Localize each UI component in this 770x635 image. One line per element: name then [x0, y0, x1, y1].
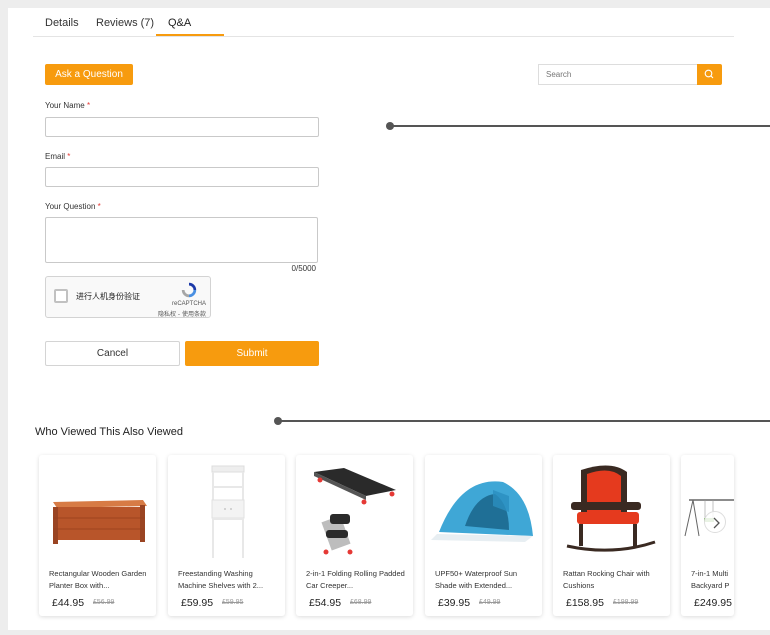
name-label: Your Name *	[45, 101, 91, 110]
submit-button[interactable]: Submit	[185, 341, 319, 366]
recaptcha-brand: reCAPTCHA	[171, 301, 206, 307]
search-icon	[704, 69, 714, 79]
product-image	[314, 468, 396, 555]
cancel-button[interactable]: Cancel	[45, 341, 180, 366]
product-name: Rectangular Wooden Garden Planter Box wi…	[49, 569, 147, 590]
connector-line	[390, 125, 770, 127]
character-counter: 0/5000	[291, 264, 316, 273]
email-field[interactable]	[45, 167, 319, 187]
recaptcha-logo-icon	[181, 282, 197, 298]
product-old-price: £59.95	[222, 599, 244, 606]
next-arrow-button[interactable]	[704, 511, 726, 533]
product-name: 7-in-1 Multi Backyard P	[691, 569, 730, 590]
product-image	[431, 481, 533, 542]
product-price: £39.95	[438, 597, 471, 609]
tab-reviews[interactable]: Reviews (7)	[96, 17, 154, 29]
recaptcha-terms-link[interactable]: 隐私权 - 使用条款	[158, 309, 206, 318]
product-old-price: £56.99	[93, 599, 115, 606]
recaptcha-checkbox[interactable]	[54, 289, 68, 303]
product-card[interactable]: 2-in-1 Folding Rolling Padded Car Creepe…	[296, 455, 413, 616]
recaptcha-widget: 进行人机身份验证 reCAPTCHA 隐私权 - 使用条款	[45, 276, 211, 318]
product-image	[684, 499, 734, 537]
recaptcha-label: 进行人机身份验证	[76, 292, 140, 301]
tab-qa[interactable]: Q&A	[168, 17, 191, 29]
product-page: Details Reviews (7) Q&A Ask a Question Y…	[8, 8, 770, 630]
question-label: Your Question *	[45, 202, 101, 211]
chevron-right-icon	[713, 517, 720, 529]
product-old-price: £198.99	[613, 599, 639, 606]
email-label: Email *	[45, 152, 71, 161]
search-button[interactable]	[697, 64, 722, 85]
question-textarea[interactable]	[45, 217, 318, 263]
product-price: £249.95	[694, 597, 732, 609]
product-card[interactable]: Freestanding Washing Machine Shelves wit…	[168, 455, 285, 616]
product-price: £59.95	[181, 597, 214, 609]
product-price: £158.95	[566, 597, 604, 609]
product-name: 2-in-1 Folding Rolling Padded Car Creepe…	[306, 569, 405, 590]
product-price: £44.95	[52, 597, 85, 609]
name-field[interactable]	[45, 117, 319, 137]
tab-bar: Details Reviews (7) Q&A	[33, 8, 734, 37]
product-name: Rattan Rocking Chair with Cushions	[563, 569, 650, 590]
product-old-price: £68.99	[350, 599, 372, 606]
tab-details[interactable]: Details	[45, 17, 79, 29]
also-viewed-title: Who Viewed This Also Viewed	[35, 426, 183, 438]
connector-line	[278, 420, 770, 422]
active-tab-indicator	[156, 34, 224, 36]
product-name: Freestanding Washing Machine Shelves wit…	[178, 569, 264, 590]
product-name: UPF50+ Waterproof Sun Shade with Extende…	[435, 569, 518, 590]
product-card[interactable]: Rattan Rocking Chair with Cushions £158.…	[553, 455, 670, 616]
product-card[interactable]: 7-in-1 Multi Backyard P £249.95	[681, 455, 734, 616]
product-image	[53, 500, 147, 544]
product-image	[566, 465, 656, 552]
product-old-price: £49.99	[479, 599, 501, 606]
product-card[interactable]: UPF50+ Waterproof Sun Shade with Extende…	[425, 455, 542, 616]
product-card[interactable]: Rectangular Wooden Garden Planter Box wi…	[39, 455, 156, 616]
product-price: £54.95	[309, 597, 342, 609]
ask-question-button[interactable]: Ask a Question	[45, 64, 133, 85]
search-input[interactable]	[538, 64, 698, 85]
product-image	[211, 465, 245, 558]
